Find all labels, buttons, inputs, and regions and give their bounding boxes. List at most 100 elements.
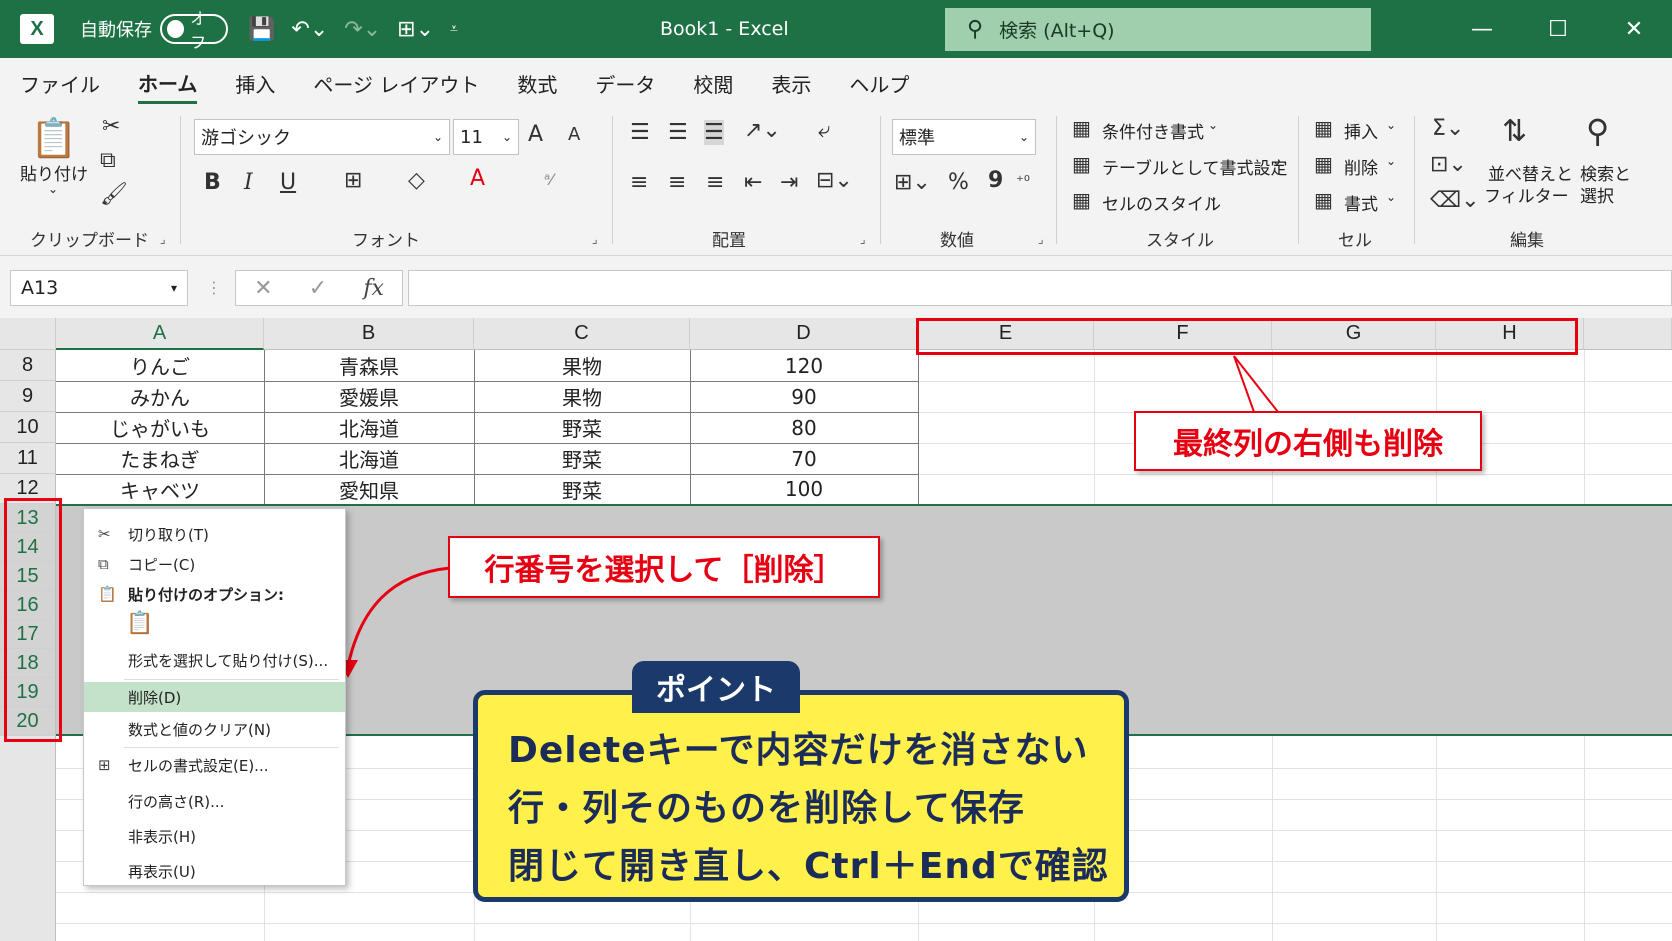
cell-styles-button[interactable]: セルのスタイル xyxy=(1102,190,1221,215)
autosum-icon[interactable]: Σ⌄ xyxy=(1432,116,1464,141)
insert-function-icon[interactable]: fx xyxy=(363,276,384,301)
tab-review[interactable]: 校閲 xyxy=(693,69,733,98)
save-icon[interactable]: 💾 xyxy=(248,17,275,42)
name-box[interactable]: A13 ▾ xyxy=(10,270,188,306)
table-cell[interactable]: 北海道 xyxy=(264,412,474,443)
menu-item-unhide[interactable]: 再表示(U) xyxy=(84,856,345,886)
table-cell[interactable]: 北海道 xyxy=(264,443,474,474)
menu-item-paste-special[interactable]: 形式を選択して貼り付け(S)... xyxy=(84,645,345,675)
fill-icon[interactable]: ⊡⌄ xyxy=(1430,152,1467,177)
table-cell[interactable]: 果物 xyxy=(474,350,690,381)
maximize-icon[interactable]: ☐ xyxy=(1520,17,1596,42)
shrink-font-button[interactable]: A xyxy=(568,124,580,145)
table-cell[interactable]: 野菜 xyxy=(474,474,690,504)
borders-icon[interactable]: ⊞ xyxy=(344,168,362,193)
copy-icon[interactable]: ⧉ xyxy=(100,148,116,173)
customize-qat-icon[interactable]: ⩡ xyxy=(450,21,458,37)
alignment-launcher-icon[interactable]: ⌟ xyxy=(860,232,866,246)
insert-cells-button[interactable]: 挿入 xyxy=(1344,118,1378,143)
table-cell[interactable]: 70 xyxy=(690,443,918,474)
cancel-icon[interactable]: ✕ xyxy=(254,276,272,301)
row-header-9[interactable]: 9 xyxy=(0,381,56,412)
menu-item-row-height[interactable]: 行の高さ(R)... xyxy=(84,786,345,816)
clipboard-launcher-icon[interactable]: ⌟ xyxy=(160,232,166,246)
clear-icon[interactable]: ⌫⌄ xyxy=(1430,188,1480,213)
font-color-icon[interactable]: A xyxy=(470,166,485,191)
font-launcher-icon[interactable]: ⌟ xyxy=(592,232,598,246)
row-header-11[interactable]: 11 xyxy=(0,443,56,474)
close-icon[interactable]: ✕ xyxy=(1596,17,1672,42)
table-cell[interactable]: 90 xyxy=(690,381,918,412)
column-header-d[interactable]: D xyxy=(690,318,918,350)
align-center-icon[interactable]: ≡ xyxy=(668,170,686,195)
phonetic-icon[interactable]: ᵃ⁄ xyxy=(544,170,553,189)
select-all-corner[interactable] xyxy=(0,318,56,350)
tab-home[interactable]: ホーム xyxy=(138,68,198,104)
table-cell[interactable]: 野菜 xyxy=(474,412,690,443)
number-launcher-icon[interactable]: ⌟ xyxy=(1038,232,1044,246)
table-cell[interactable]: みかん xyxy=(56,381,264,412)
increase-decimal-icon[interactable]: ⁺⁰ xyxy=(1016,172,1030,190)
row-header-10[interactable]: 10 xyxy=(0,412,56,443)
table-cell[interactable]: 100 xyxy=(690,474,918,504)
table-cell[interactable]: りんご xyxy=(56,350,264,381)
table-cell[interactable]: たまねぎ xyxy=(56,443,264,474)
decrease-indent-icon[interactable]: ⇤ xyxy=(744,170,762,195)
formula-input[interactable] xyxy=(408,270,1672,306)
wrap-text-icon[interactable]: ⤶ xyxy=(818,118,830,143)
table-cell[interactable]: 果物 xyxy=(474,381,690,412)
minimize-icon[interactable]: — xyxy=(1444,17,1520,42)
table-cell[interactable]: 愛知県 xyxy=(264,474,474,504)
column-header-c[interactable]: C xyxy=(474,318,690,350)
find-select-label-2[interactable]: 選択 xyxy=(1580,182,1614,207)
search-box[interactable]: ⚲ 検索 (Alt+Q) xyxy=(945,8,1371,51)
align-middle-icon[interactable]: ☰ xyxy=(668,120,688,145)
column-header-a[interactable]: A xyxy=(56,318,264,350)
delete-cells-button[interactable]: 削除 xyxy=(1344,154,1378,179)
table-cell[interactable]: 野菜 xyxy=(474,443,690,474)
table-cell[interactable]: キャベツ xyxy=(56,474,264,504)
table-cell[interactable]: 80 xyxy=(690,412,918,443)
accounting-icon[interactable]: ⊞⌄ xyxy=(894,170,931,195)
format-cells-button[interactable]: 書式 xyxy=(1344,190,1378,215)
grow-font-button[interactable]: A xyxy=(528,122,543,147)
format-as-table-button[interactable]: テーブルとして書式設定 xyxy=(1102,154,1287,179)
number-format-select[interactable]: 標準 ⌄ xyxy=(892,119,1036,155)
bold-button[interactable]: B xyxy=(204,170,221,195)
column-header-b[interactable]: B xyxy=(264,318,474,350)
redo-icon[interactable]: ↷⌄ xyxy=(344,17,381,42)
menu-item-cut[interactable]: ✂ 切り取り(T) xyxy=(84,519,345,549)
tab-file[interactable]: ファイル xyxy=(20,69,100,98)
comma-button[interactable]: 9 xyxy=(988,168,1003,193)
drag-handle-icon[interactable]: ⋮ xyxy=(206,278,222,297)
align-bottom-icon[interactable]: ☰ xyxy=(704,120,724,145)
cut-icon[interactable]: ✂ xyxy=(102,114,120,139)
autosave-toggle[interactable]: オフ xyxy=(160,9,228,52)
menu-item-delete[interactable]: 削除(D) xyxy=(84,682,345,712)
menu-item-clear[interactable]: 数式と値のクリア(N) xyxy=(84,714,345,744)
menu-item-format-cells[interactable]: ⊞ セルの書式設定(E)... xyxy=(84,750,345,780)
tab-view[interactable]: 表示 xyxy=(771,69,811,98)
font-family-select[interactable]: 游ゴシック ⌄ xyxy=(194,119,450,155)
sort-filter-label-2[interactable]: フィルター xyxy=(1484,182,1569,207)
fill-color-icon[interactable]: ◇ xyxy=(408,168,425,193)
format-painter-icon[interactable]: 🖌 xyxy=(100,182,128,207)
table-cell[interactable]: じゃがいも xyxy=(56,412,264,443)
enter-icon[interactable]: ✓ xyxy=(309,276,327,301)
tab-page-layout[interactable]: ページ レイアウト xyxy=(313,69,479,98)
conditional-format-button[interactable]: 条件付き書式 xyxy=(1102,118,1204,143)
tab-help[interactable]: ヘルプ xyxy=(849,69,909,98)
merge-center-icon[interactable]: ⊟⌄ xyxy=(816,168,853,193)
tab-insert[interactable]: 挿入 xyxy=(235,69,275,98)
align-right-icon[interactable]: ≡ xyxy=(706,170,724,195)
table-cell[interactable]: 青森県 xyxy=(264,350,474,381)
menu-item-hide[interactable]: 非表示(H) xyxy=(84,821,345,851)
table-cell[interactable]: 120 xyxy=(690,350,918,381)
increase-indent-icon[interactable]: ⇥ xyxy=(780,170,798,195)
grid-icon[interactable]: ⊞⌄ xyxy=(397,17,434,42)
row-header-8[interactable]: 8 xyxy=(0,350,56,381)
tab-formulas[interactable]: 数式 xyxy=(517,69,557,98)
orientation-icon[interactable]: ↗⌄ xyxy=(744,118,781,143)
italic-button[interactable]: I xyxy=(244,170,253,195)
paste-dropdown-icon[interactable]: ⌄ xyxy=(48,182,58,196)
